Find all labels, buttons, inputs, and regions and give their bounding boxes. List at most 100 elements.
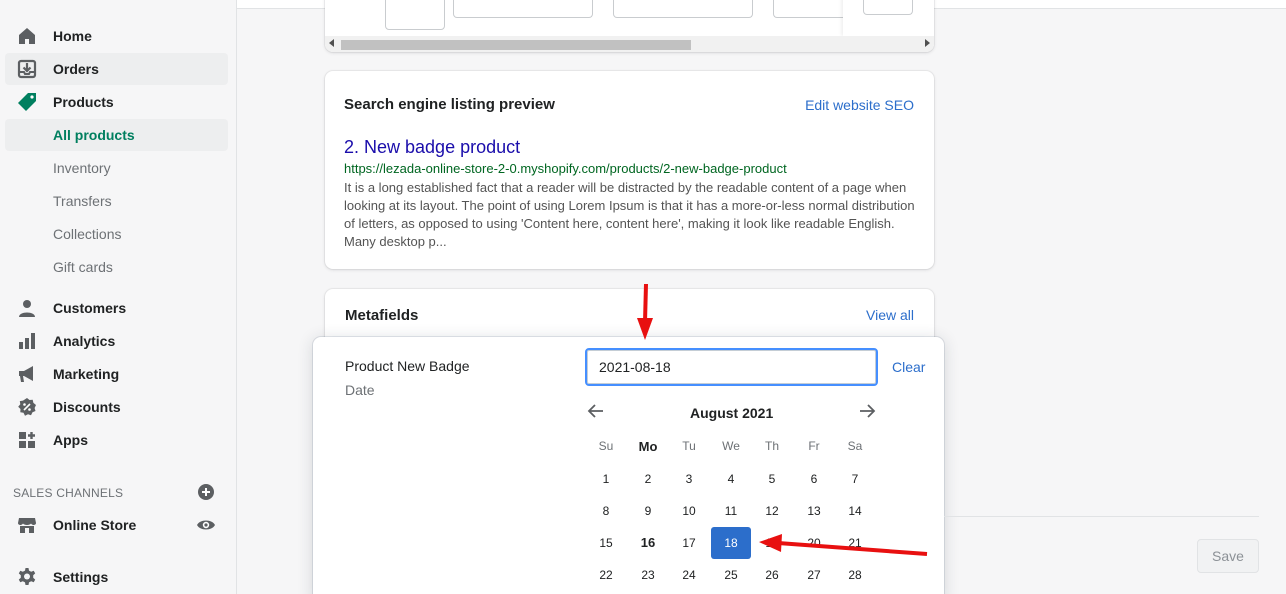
calendar-day[interactable]: 10 [669, 496, 709, 526]
calendar-day[interactable]: 24 [669, 560, 709, 590]
sidebar-subitem-label: Transfers [53, 193, 112, 209]
seo-description: It is a long established fact that a rea… [344, 180, 915, 249]
calendar-day-today[interactable]: 16 [628, 528, 668, 558]
calendar-day[interactable]: 14 [835, 496, 875, 526]
calendar-day[interactable]: 11 [711, 496, 751, 526]
sidebar-item-customers[interactable]: Customers [5, 292, 228, 324]
sidebar-item-label: Settings [53, 569, 109, 585]
sidebar-item-label: Customers [53, 300, 127, 316]
calendar-day[interactable]: 22 [586, 560, 626, 590]
weekday-label: Tu [682, 439, 696, 453]
gear-icon [18, 568, 36, 585]
seo-card-title: Search engine listing preview [344, 96, 555, 113]
sidebar-item-label: Products [53, 94, 114, 110]
sidebar-item-products[interactable]: Products [5, 86, 228, 118]
home-icon [19, 28, 35, 44]
sidebar-item-label: Marketing [53, 366, 120, 382]
discount-icon [18, 398, 36, 416]
metafield-label: Product New Badge [345, 358, 470, 374]
calendar-day[interactable]: 21 [835, 528, 875, 558]
sidebar-item-label: Analytics [53, 333, 116, 349]
scroll-right-icon[interactable] [925, 39, 930, 47]
weekday-label: Th [764, 439, 779, 453]
metafield-type: Date [345, 382, 375, 398]
store-icon [18, 518, 36, 533]
calendar-day-selected[interactable]: 18 [711, 527, 751, 559]
calendar-day[interactable]: 20 [794, 528, 834, 558]
table-input[interactable] [453, 0, 593, 18]
calendar-day[interactable]: 19 [752, 528, 792, 558]
table-input[interactable] [773, 0, 843, 18]
next-month-icon[interactable] [857, 401, 877, 421]
sidebar-item-label: Apps [53, 432, 88, 448]
person-icon [19, 300, 35, 317]
weekday-label: Mo [638, 439, 658, 454]
edit-seo-link[interactable]: Edit website SEO [805, 97, 914, 113]
calendar-day[interactable]: 15 [586, 528, 626, 558]
sidebar-item-settings[interactable]: Settings [5, 561, 228, 593]
view-all-link[interactable]: View all [866, 307, 914, 323]
calendar-day[interactable]: 26 [752, 560, 792, 590]
sidebar-item-apps[interactable]: Apps [5, 424, 228, 456]
bar-chart-icon [19, 333, 35, 349]
calendar-day[interactable]: 6 [794, 464, 834, 494]
sidebar-subitem-label: All products [53, 127, 135, 143]
scrollbar-thumb[interactable] [341, 40, 691, 50]
sidebar: Home Orders Products All products Invent… [0, 0, 237, 594]
save-bar-divider [944, 516, 1259, 517]
previous-month-icon[interactable] [586, 401, 606, 421]
sidebar-item-analytics[interactable]: Analytics [5, 325, 228, 357]
image-placeholder[interactable] [385, 0, 445, 30]
calendar-day[interactable]: 28 [835, 560, 875, 590]
seo-preview-card: Search engine listing preview Edit websi… [325, 71, 934, 269]
table-input[interactable] [613, 0, 753, 18]
calendar-day[interactable]: 5 [752, 464, 792, 494]
calendar-month-title: August 2021 [690, 405, 774, 421]
calendar-day[interactable]: 23 [628, 560, 668, 590]
calendar-day[interactable]: 2 [628, 464, 668, 494]
sidebar-subitem-collections[interactable]: Collections [5, 218, 228, 250]
sidebar-item-label: Online Store [53, 517, 137, 533]
sidebar-subitem-all-products[interactable]: All products [5, 119, 228, 151]
clear-button[interactable]: Clear [892, 359, 925, 375]
sidebar-item-orders[interactable]: Orders [5, 53, 228, 85]
sidebar-subitem-inventory[interactable]: Inventory [5, 152, 228, 184]
megaphone-icon [19, 366, 33, 382]
save-button[interactable]: Save [1197, 539, 1259, 573]
calendar-day[interactable]: 3 [669, 464, 709, 494]
calendar-day[interactable]: 1 [586, 464, 626, 494]
table-button[interactable] [863, 0, 913, 15]
weekday-label: Su [598, 439, 614, 453]
calendar-day[interactable]: 13 [794, 496, 834, 526]
sidebar-item-home[interactable]: Home [5, 20, 228, 52]
sidebar-item-label: Home [53, 28, 92, 44]
calendar-day[interactable]: 7 [835, 464, 875, 494]
sidebar-subitem-gift-cards[interactable]: Gift cards [5, 251, 228, 283]
calendar-day[interactable]: 8 [586, 496, 626, 526]
sidebar-subitem-label: Inventory [53, 160, 111, 176]
sidebar-item-label: Discounts [53, 399, 121, 415]
sidebar-subitem-label: Gift cards [53, 259, 113, 275]
calendar-day[interactable]: 17 [669, 528, 709, 558]
date-input[interactable] [585, 348, 878, 386]
horizontal-scrollbar[interactable] [325, 36, 934, 52]
scroll-left-icon[interactable] [329, 39, 334, 47]
calendar-day[interactable]: 27 [794, 560, 834, 590]
calendar-day[interactable]: 4 [711, 464, 751, 494]
calendar-day[interactable]: 12 [752, 496, 792, 526]
sales-channels-heading: SALES CHANNELS [13, 486, 124, 500]
sidebar-item-discounts[interactable]: Discounts [5, 391, 228, 423]
add-sales-channel-icon[interactable] [197, 483, 215, 501]
seo-url: https://lezada-online-store-2-0.myshopif… [344, 161, 787, 176]
sidebar-item-marketing[interactable]: Marketing [5, 358, 228, 390]
eye-icon[interactable] [196, 517, 216, 533]
metafields-title: Metafields [345, 307, 419, 324]
variants-card-partial [325, 0, 934, 52]
calendar-day[interactable]: 9 [628, 496, 668, 526]
calendar-day[interactable]: 25 [711, 560, 751, 590]
sticky-column [843, 0, 934, 36]
sidebar-item-online-store[interactable]: Online Store [5, 509, 228, 541]
sidebar-subitem-label: Collections [53, 226, 122, 242]
orders-icon [17, 59, 37, 79]
sidebar-subitem-transfers[interactable]: Transfers [5, 185, 228, 217]
